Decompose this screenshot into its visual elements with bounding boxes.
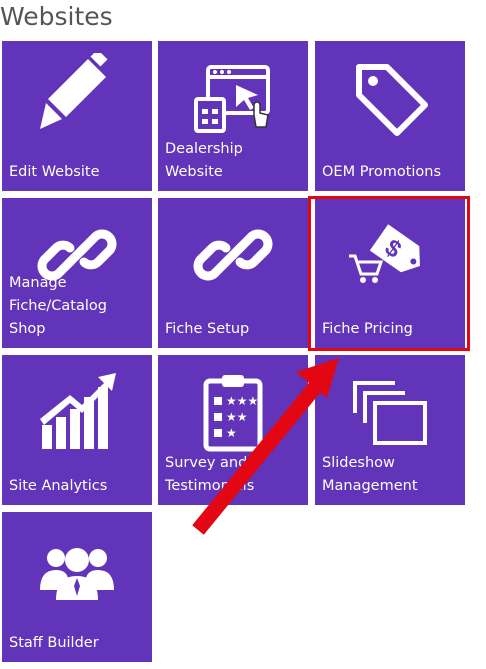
tile-fiche-setup[interactable]: Fiche Setup — [158, 198, 308, 348]
tile-staff-builder[interactable]: Staff Builder — [2, 512, 152, 662]
link-icon — [158, 198, 308, 308]
svg-text:★: ★ — [226, 426, 237, 440]
tile-label: Slideshow Management — [322, 455, 418, 494]
tile-edit-website[interactable]: Edit Website — [2, 41, 152, 191]
tile-site-analytics[interactable]: Site Analytics — [2, 355, 152, 505]
tile-oem-promotions[interactable]: OEM Promotions — [315, 41, 465, 191]
tile-fiche-pricing[interactable]: $ Fiche Pricing — [315, 198, 465, 348]
clipboard-rating-icon: ★★★ ★★ ★ — [158, 355, 308, 465]
team-icon — [2, 512, 152, 622]
pencil-icon — [2, 41, 152, 151]
tile-label: Dealership Website — [165, 141, 243, 180]
tile-manage-fiche-catalog-shop[interactable]: Manage Fiche/Catalog Shop — [2, 198, 152, 348]
tile-label: Site Analytics — [9, 478, 108, 494]
tile-label: Fiche Setup — [165, 321, 250, 337]
tile-label: OEM Promotions — [322, 164, 442, 180]
tile-label: Staff Builder — [9, 635, 99, 651]
tile-label: Survey and Testimonials — [165, 455, 255, 494]
tile-label: Fiche Pricing — [322, 321, 413, 337]
tile-survey-and-testimonials[interactable]: ★★★ ★★ ★ Survey and Testimonials — [158, 355, 308, 505]
svg-text:★★: ★★ — [226, 410, 248, 424]
page-title: Websites — [0, 2, 113, 31]
browser-cursor-icon — [158, 41, 308, 151]
tag-icon — [315, 41, 465, 151]
tile-dealership-website[interactable]: Dealership Website — [158, 41, 308, 191]
slides-icon — [315, 355, 465, 465]
tile-label: Edit Website — [9, 164, 100, 180]
tile-slideshow-management[interactable]: Slideshow Management — [315, 355, 465, 505]
growth-chart-icon — [2, 355, 152, 465]
price-tag-cart-icon: $ — [315, 198, 465, 308]
tile-label: Manage Fiche/Catalog Shop — [9, 275, 107, 337]
svg-text:★★★: ★★★ — [226, 394, 258, 408]
